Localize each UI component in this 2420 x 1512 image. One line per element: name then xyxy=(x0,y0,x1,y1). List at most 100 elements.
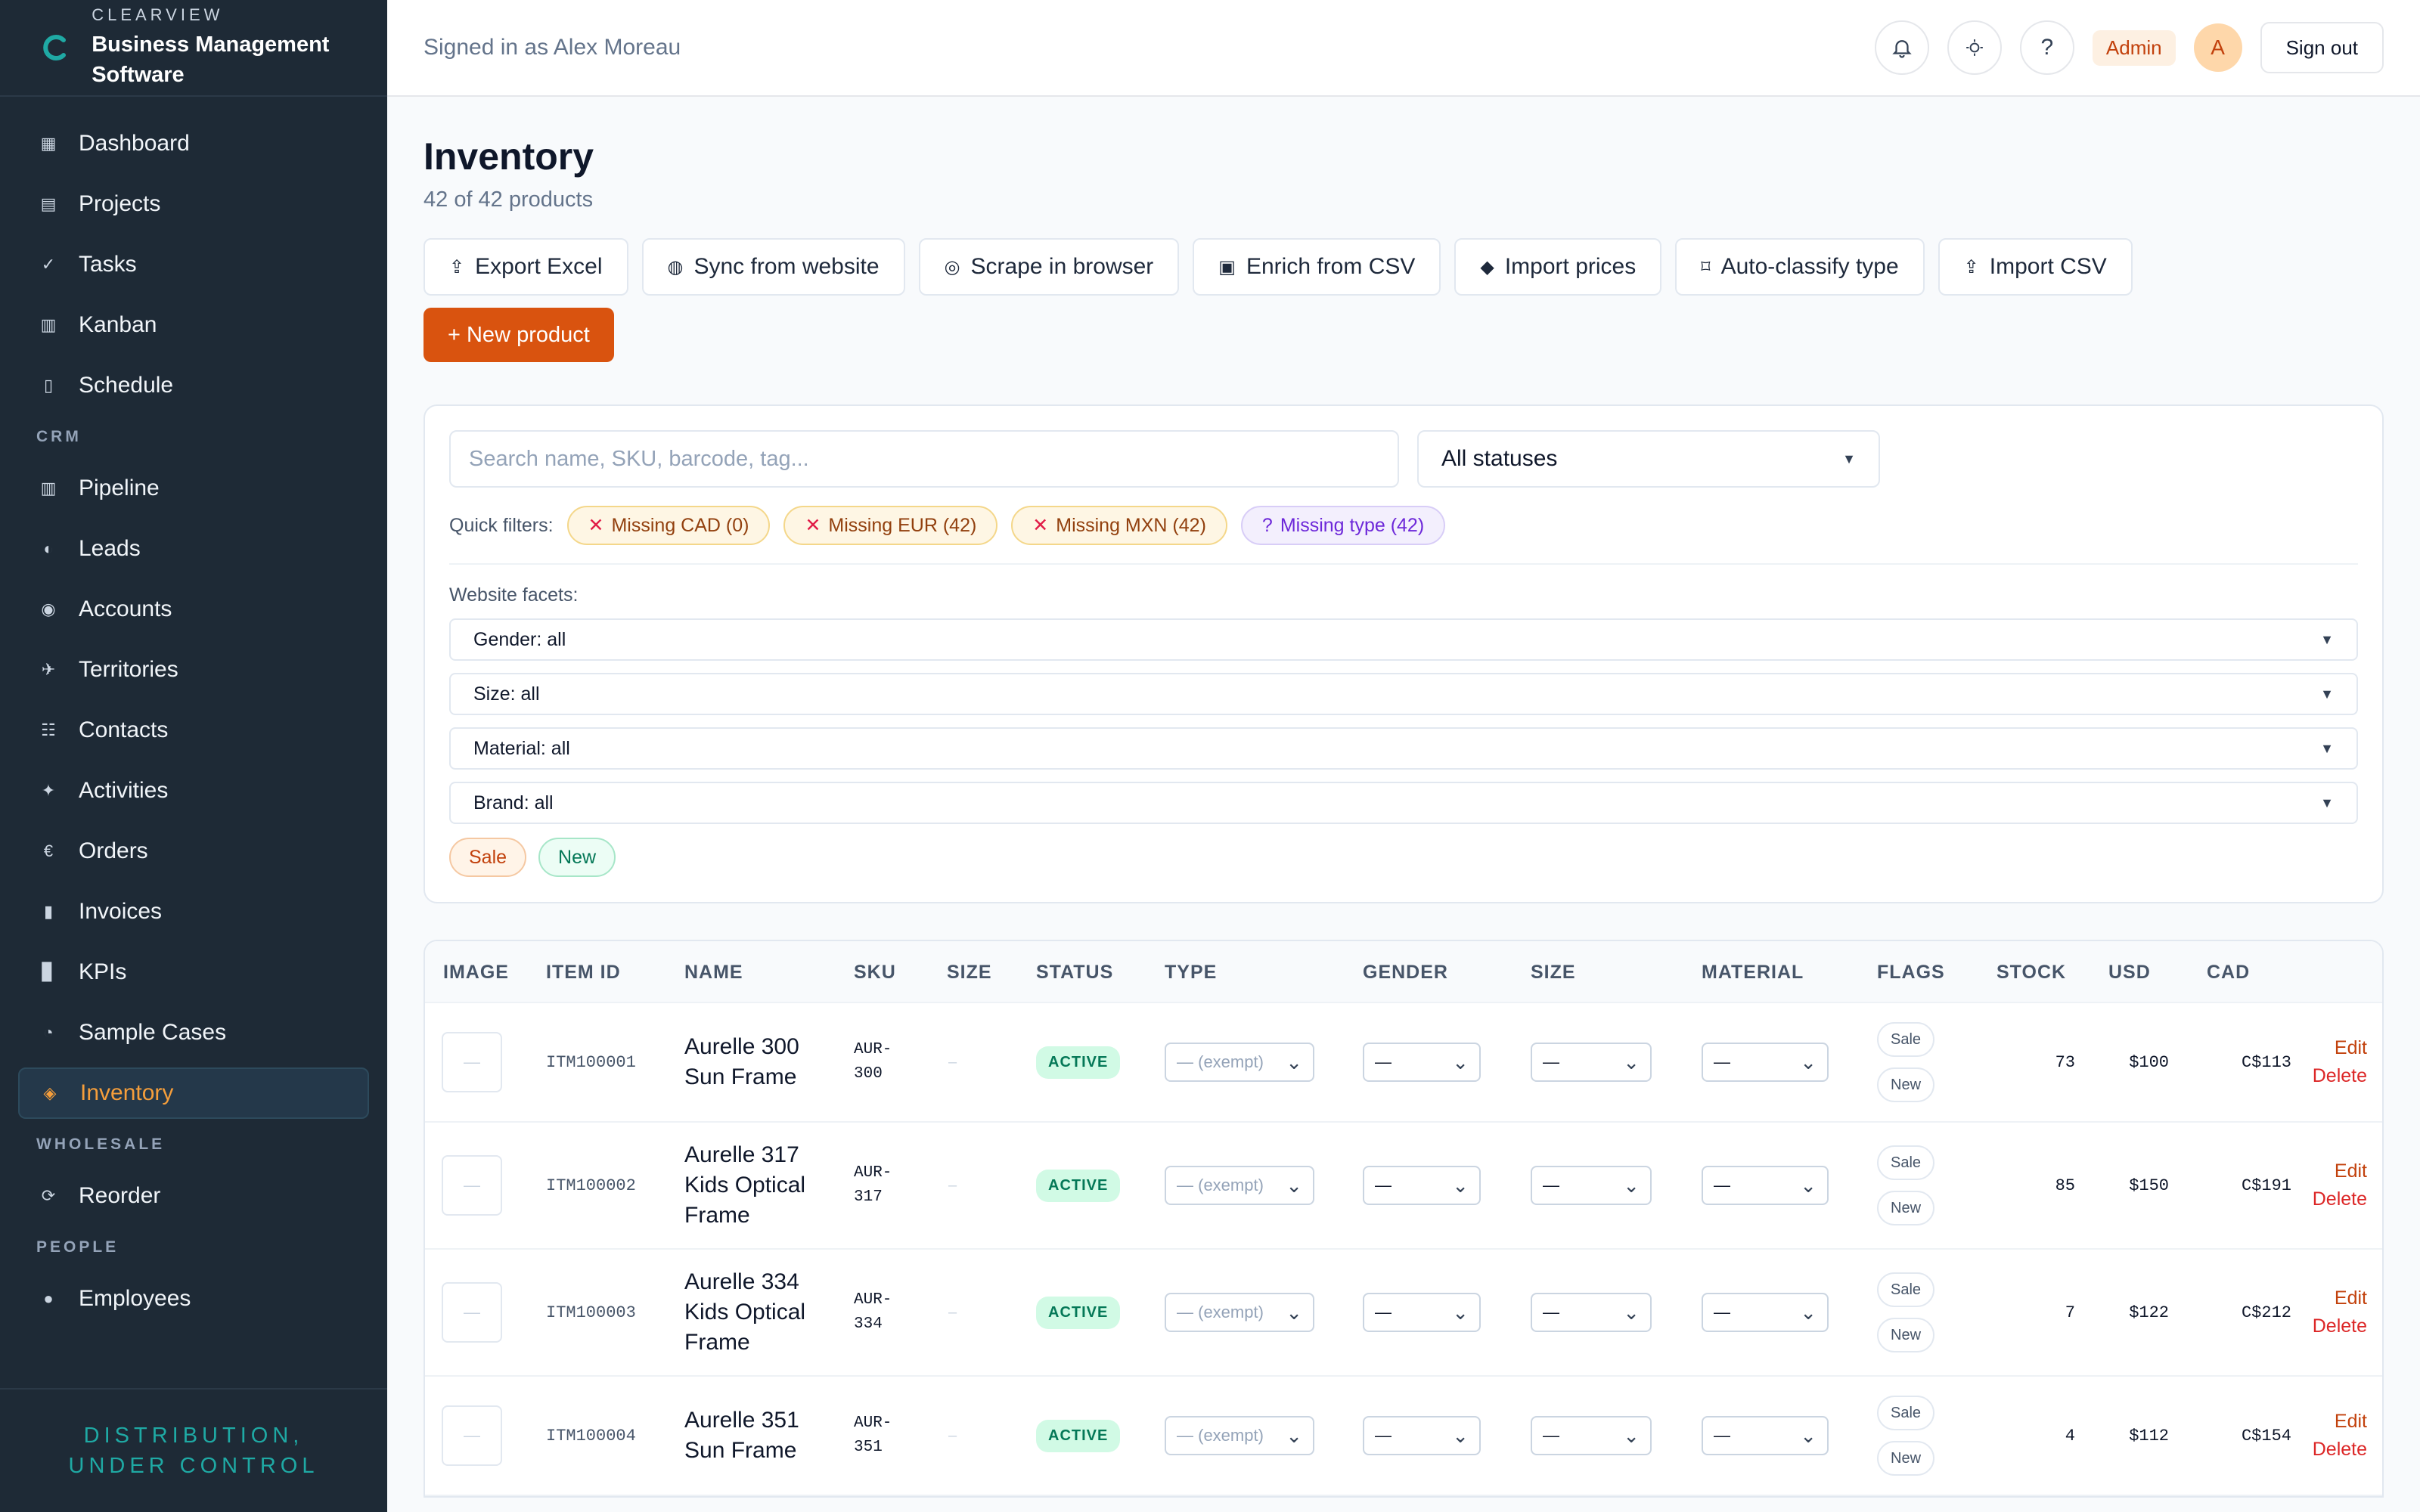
flag-toggle-sale[interactable]: Sale xyxy=(1877,1145,1935,1180)
product-image-placeholder[interactable]: — xyxy=(442,1032,502,1092)
delete-link[interactable]: Delete xyxy=(2313,1188,2367,1210)
new-product-button[interactable]: + New product xyxy=(424,308,614,362)
export-excel-button[interactable]: ⇪ Export Excel xyxy=(424,238,628,296)
enrich-from-csv-button[interactable]: ▣ Enrich from CSV xyxy=(1193,238,1441,296)
sidebar-item-sample-cases[interactable]: ◔ Sample Cases xyxy=(18,1007,369,1058)
scrape-in-browser-button[interactable]: ◎ Scrape in browser xyxy=(918,238,1180,296)
sidebar-item-inventory[interactable]: ◈ Inventory xyxy=(18,1067,369,1119)
product-name[interactable]: Aurelle 334 Kids Optical Frame xyxy=(684,1267,843,1358)
button-label: Import prices xyxy=(1504,254,1637,279)
sidebar-item-territories[interactable]: ✈ Territories xyxy=(18,644,369,696)
flag-toggle-new[interactable]: New xyxy=(1877,1441,1935,1476)
column-header[interactable]: USD xyxy=(2108,941,2151,1003)
material-select[interactable]: — ⌄ xyxy=(1702,1416,1829,1455)
gender-select[interactable]: — ⌄ xyxy=(1363,1416,1481,1455)
product-name[interactable]: Aurelle 317 Kids Optical Frame xyxy=(684,1140,843,1231)
facet-select[interactable]: Size: all ▼ xyxy=(449,673,2358,715)
facet-select[interactable]: Gender: all ▼ xyxy=(449,618,2358,661)
size-select[interactable]: — ⌄ xyxy=(1531,1166,1652,1205)
sidebar-item-reorder[interactable]: ⟳ Reorder xyxy=(18,1170,369,1222)
flag-toggle-sale[interactable]: Sale xyxy=(1877,1272,1935,1307)
quick-filter-chip[interactable]: ? Missing type (42) xyxy=(1240,506,1446,545)
delete-link[interactable]: Delete xyxy=(2313,1065,2367,1087)
avatar[interactable]: A xyxy=(2193,23,2242,72)
material-select[interactable]: — ⌄ xyxy=(1702,1043,1829,1082)
size-select[interactable]: — ⌄ xyxy=(1531,1293,1652,1332)
type-select[interactable]: — (exempt) ⌄ xyxy=(1165,1293,1314,1332)
material-select[interactable]: — ⌄ xyxy=(1702,1293,1829,1332)
sidebar-item-contacts[interactable]: ☷ Contacts xyxy=(18,705,369,756)
help-button[interactable]: ? xyxy=(2019,20,2074,75)
size-select[interactable]: — ⌄ xyxy=(1531,1043,1652,1082)
product-name[interactable]: Aurelle 351 Sun Frame xyxy=(684,1405,843,1466)
type-select[interactable]: — (exempt) ⌄ xyxy=(1165,1416,1314,1455)
edit-link[interactable]: Edit xyxy=(2335,1287,2367,1309)
gender-select[interactable]: — ⌄ xyxy=(1363,1293,1481,1332)
flag-toggle-sale[interactable]: Sale xyxy=(1877,1022,1935,1057)
sidebar-item-activities[interactable]: ✦ Activities xyxy=(18,765,369,816)
import-prices-button[interactable]: ◆ Import prices xyxy=(1454,238,1662,296)
quick-filter-chip[interactable]: ✕ Missing CAD (0) xyxy=(566,506,771,545)
column-header[interactable]: STATUS xyxy=(1036,941,1113,1003)
quick-filter-chip[interactable]: ✕ Missing EUR (42) xyxy=(783,506,998,545)
facet-select[interactable]: Brand: all ▼ xyxy=(449,782,2358,824)
search-input[interactable] xyxy=(449,430,1399,488)
delete-link[interactable]: Delete xyxy=(2313,1315,2367,1337)
product-image-placeholder[interactable]: — xyxy=(442,1155,502,1216)
sidebar-item-pipeline[interactable]: ▥ Pipeline xyxy=(18,463,369,514)
import-csv-button[interactable]: ⇪ Import CSV xyxy=(1938,238,2133,296)
theme-toggle-button[interactable] xyxy=(1947,20,2002,75)
sidebar-item-tasks[interactable]: ✓ Tasks xyxy=(18,239,369,290)
product-image-placeholder[interactable]: — xyxy=(442,1405,502,1466)
sidebar-item-projects[interactable]: ▤ Projects xyxy=(18,178,369,230)
column-header[interactable]: SIZE xyxy=(947,941,992,1003)
sidebar-item-leads[interactable]: ◐ Leads xyxy=(18,523,369,575)
sign-out-button[interactable]: Sign out xyxy=(2260,22,2384,73)
sidebar-item-kanban[interactable]: ▥ Kanban xyxy=(18,299,369,351)
sidebar-item-invoices[interactable]: ▮ Invoices xyxy=(18,886,369,937)
column-header[interactable]: FLAGS xyxy=(1877,941,1945,1003)
type-select[interactable]: — (exempt) ⌄ xyxy=(1165,1043,1314,1082)
size-select[interactable]: — ⌄ xyxy=(1531,1416,1652,1455)
column-header[interactable]: NAME xyxy=(684,941,743,1003)
column-header[interactable]: SKU xyxy=(854,941,896,1003)
flag-pill-sale[interactable]: Sale xyxy=(449,838,527,877)
flag-toggle-new[interactable]: New xyxy=(1877,1318,1935,1352)
sidebar-item-dashboard[interactable]: ▦ Dashboard xyxy=(18,118,369,169)
product-image-placeholder[interactable]: — xyxy=(442,1282,502,1343)
column-header[interactable]: TYPE xyxy=(1165,941,1217,1003)
sidebar-item-employees[interactable]: ● Employees xyxy=(18,1273,369,1325)
flag-toggle-new[interactable]: New xyxy=(1877,1067,1935,1102)
gender-select[interactable]: — ⌄ xyxy=(1363,1043,1481,1082)
sidebar-item-orders[interactable]: € Orders xyxy=(18,826,369,877)
edit-link[interactable]: Edit xyxy=(2335,1160,2367,1182)
euro-icon: € xyxy=(43,841,54,860)
edit-link[interactable]: Edit xyxy=(2335,1411,2367,1433)
delete-link[interactable]: Delete xyxy=(2313,1439,2367,1461)
gender-select[interactable]: — ⌄ xyxy=(1363,1166,1481,1205)
column-header[interactable]: MATERIAL xyxy=(1702,941,1804,1003)
notifications-button[interactable] xyxy=(1874,20,1929,75)
status-select[interactable]: All statuses ▼ xyxy=(1417,430,1880,488)
quick-filter-chip[interactable]: ✕ Missing MXN (42) xyxy=(1011,506,1227,545)
column-header[interactable]: CAD xyxy=(2207,941,2250,1003)
sidebar-item-accounts[interactable]: ◉ Accounts xyxy=(18,584,369,635)
facet-select[interactable]: Material: all ▼ xyxy=(449,727,2358,770)
column-header[interactable]: STOCK xyxy=(1996,941,2066,1003)
sidebar-item-kpis[interactable]: ▊ KPIs xyxy=(18,947,369,998)
column-header[interactable]: IMAGE xyxy=(443,941,509,1003)
auto-classify-type-button[interactable]: ⌑ Auto-classify type xyxy=(1675,238,1925,296)
edit-link[interactable]: Edit xyxy=(2335,1037,2367,1059)
brand[interactable]: CLEARVIEW Business Management Software xyxy=(0,0,387,97)
product-name[interactable]: Aurelle 300 Sun Frame xyxy=(684,1032,843,1092)
flag-pill-new[interactable]: New xyxy=(538,838,616,877)
flag-toggle-new[interactable]: New xyxy=(1877,1191,1935,1225)
column-header[interactable]: GENDER xyxy=(1363,941,1448,1003)
sync-from-website-button[interactable]: ◍ Sync from website xyxy=(641,238,905,296)
sidebar-item-schedule[interactable]: ▯ Schedule xyxy=(18,360,369,411)
column-header[interactable]: SIZE xyxy=(1531,941,1576,1003)
type-select[interactable]: — (exempt) ⌄ xyxy=(1165,1166,1314,1205)
column-header[interactable]: ITEM ID xyxy=(546,941,621,1003)
material-select[interactable]: — ⌄ xyxy=(1702,1166,1829,1205)
flag-toggle-sale[interactable]: Sale xyxy=(1877,1396,1935,1430)
